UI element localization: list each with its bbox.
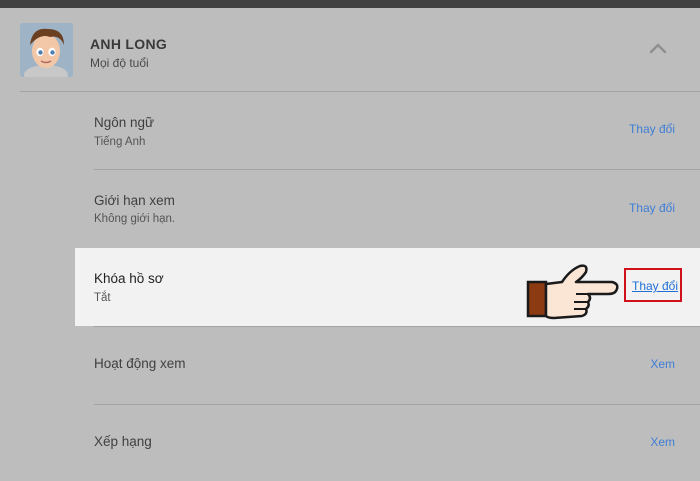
- setting-value: Tiếng Anh: [94, 136, 146, 148]
- profile-header[interactable]: ANH LONG Mọi độ tuổi: [20, 23, 700, 91]
- setting-title: Xếp hạng: [94, 434, 152, 449]
- avatar: [20, 23, 73, 77]
- setting-title: Hoạt động xem: [94, 356, 186, 371]
- profile-rating: Mọi độ tuổi: [90, 56, 149, 70]
- row-divider: [94, 169, 700, 170]
- pointing-hand-icon: [524, 260, 620, 326]
- view-ratings-link[interactable]: Xem: [650, 435, 675, 449]
- view-activity-link[interactable]: Xem: [650, 357, 675, 371]
- row-divider: [94, 326, 700, 327]
- setting-value: Tắt: [94, 292, 111, 304]
- header-divider: [20, 91, 700, 92]
- setting-title: Khóa hồ sơ: [94, 271, 164, 286]
- profile-name: ANH LONG: [90, 36, 168, 52]
- change-language-link[interactable]: Thay đổi: [629, 122, 675, 136]
- chevron-up-icon[interactable]: [648, 41, 668, 55]
- setting-row-profile-lock: Khóa hồ sơ Tắt Thay đổi: [75, 248, 700, 326]
- row-divider: [94, 404, 700, 405]
- top-bar: [0, 0, 700, 8]
- setting-title: Giới hạn xem: [94, 193, 175, 208]
- change-viewing-restrictions-link[interactable]: Thay đổi: [629, 201, 675, 215]
- setting-title: Ngôn ngữ: [94, 115, 155, 130]
- setting-value: Không giới hạn.: [94, 213, 176, 225]
- change-profile-lock-link[interactable]: Thay đổi: [632, 279, 678, 293]
